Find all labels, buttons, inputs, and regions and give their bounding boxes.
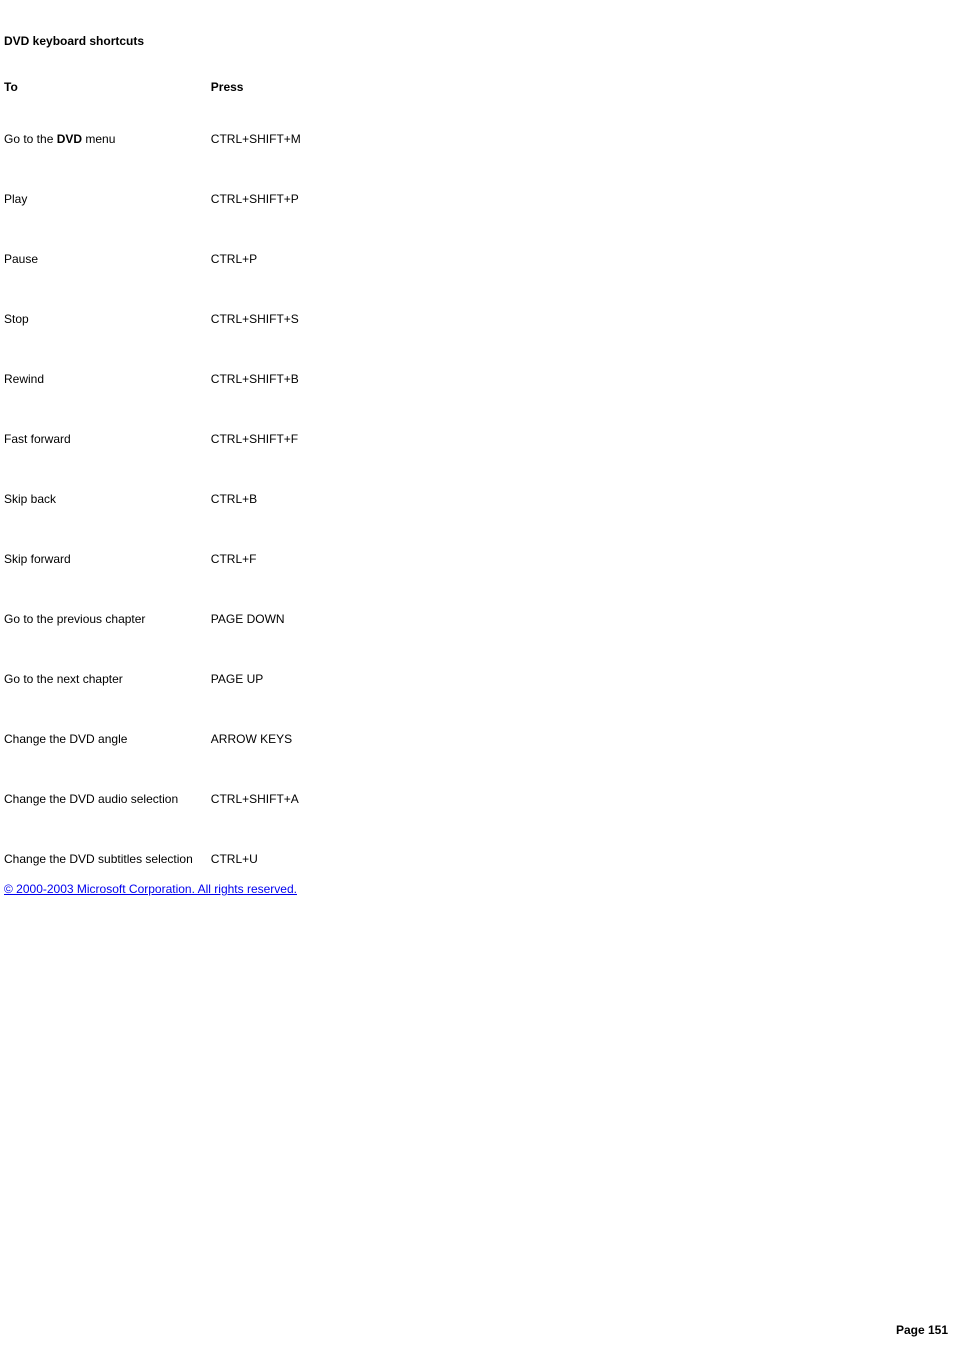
table-row: Stop CTRL+SHIFT+S <box>4 312 319 372</box>
to-cell: Go to the DVD menu <box>4 132 211 192</box>
to-text-pre: Pause <box>4 252 38 266</box>
shortcut-table: To Press Go to the DVD menuCTRL+SHIFT+MP… <box>4 80 319 880</box>
press-cell: CTRL+F <box>211 552 319 612</box>
press-cell: PAGE DOWN <box>211 612 319 672</box>
press-cell: CTRL+SHIFT+M <box>211 132 319 192</box>
to-text-pre: Go to the previous chapter <box>4 612 145 626</box>
press-cell: CTRL+SHIFT+P <box>211 192 319 252</box>
to-cell: Go to the previous chapter <box>4 612 211 672</box>
to-cell: Go to the next chapter <box>4 672 211 732</box>
to-cell: Stop <box>4 312 211 372</box>
copyright-link[interactable]: © 2000-2003 Microsoft Corporation. All r… <box>4 882 297 896</box>
to-text-pre: Rewind <box>4 372 44 386</box>
page-title: DVD keyboard shortcuts <box>4 34 950 48</box>
to-text-pre: Skip back <box>4 492 56 506</box>
table-row: Change the DVD subtitles selection CTRL+U <box>4 852 319 880</box>
press-cell: CTRL+U <box>211 852 319 880</box>
table-row: Skip forward CTRL+F <box>4 552 319 612</box>
to-text-pre: Go to the <box>4 132 57 146</box>
to-text-pre: Stop <box>4 312 29 326</box>
to-cell: Skip back <box>4 492 211 552</box>
press-cell: PAGE UP <box>211 672 319 732</box>
press-cell: CTRL+SHIFT+A <box>211 792 319 852</box>
to-text-pre: Change the DVD audio selection <box>4 792 178 806</box>
header-to: To <box>4 80 211 132</box>
to-cell: Change the DVD angle <box>4 732 211 792</box>
table-row: Go to the previous chapter PAGE DOWN <box>4 612 319 672</box>
table-row: Pause CTRL+P <box>4 252 319 312</box>
to-text-pre: Change the DVD angle <box>4 732 127 746</box>
to-cell: Rewind <box>4 372 211 432</box>
to-text-post: menu <box>82 132 115 146</box>
to-cell: Pause <box>4 252 211 312</box>
to-text-bold: DVD <box>57 132 82 146</box>
press-cell: CTRL+SHIFT+S <box>211 312 319 372</box>
table-row: Rewind CTRL+SHIFT+B <box>4 372 319 432</box>
table-header-row: To Press <box>4 80 319 132</box>
page-number: Page 151 <box>896 1323 948 1337</box>
table-row: Fast forward CTRL+SHIFT+F <box>4 432 319 492</box>
to-text-pre: Go to the next chapter <box>4 672 123 686</box>
to-text-pre: Change the DVD subtitles selection <box>4 852 193 866</box>
to-text-pre: Fast forward <box>4 432 71 446</box>
to-text-pre: Play <box>4 192 27 206</box>
press-cell: CTRL+SHIFT+F <box>211 432 319 492</box>
press-cell: CTRL+SHIFT+B <box>211 372 319 432</box>
to-text-pre: Skip forward <box>4 552 71 566</box>
table-row: Go to the DVD menuCTRL+SHIFT+M <box>4 132 319 192</box>
to-cell: Skip forward <box>4 552 211 612</box>
table-row: Go to the next chapter PAGE UP <box>4 672 319 732</box>
to-cell: Play <box>4 192 211 252</box>
to-cell: Change the DVD audio selection <box>4 792 211 852</box>
to-cell: Fast forward <box>4 432 211 492</box>
header-press: Press <box>211 80 319 132</box>
table-row: Change the DVD audio selection CTRL+SHIFT… <box>4 792 319 852</box>
to-cell: Change the DVD subtitles selection <box>4 852 211 880</box>
press-cell: ARROW KEYS <box>211 732 319 792</box>
press-cell: CTRL+B <box>211 492 319 552</box>
table-row: Change the DVD angle ARROW KEYS <box>4 732 319 792</box>
press-cell: CTRL+P <box>211 252 319 312</box>
table-row: Skip back CTRL+B <box>4 492 319 552</box>
table-row: Play CTRL+SHIFT+P <box>4 192 319 252</box>
